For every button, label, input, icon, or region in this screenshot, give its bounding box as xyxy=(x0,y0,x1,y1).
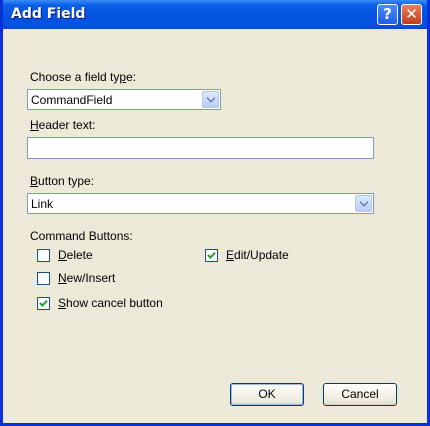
cancel-button[interactable]: Cancel xyxy=(323,383,397,406)
button-type-dropdown[interactable]: Link xyxy=(27,193,374,214)
chevron-down-icon[interactable] xyxy=(202,91,219,108)
chevron-down-icon[interactable] xyxy=(355,195,372,212)
checkmark-icon xyxy=(207,251,216,259)
button-type-label: Button type: xyxy=(30,174,95,188)
field-type-value: CommandField xyxy=(31,93,113,107)
checkmark-icon xyxy=(39,299,48,307)
delete-label: Delete xyxy=(58,248,93,262)
new-insert-checkbox[interactable] xyxy=(37,272,50,285)
header-text-field[interactable] xyxy=(27,137,374,159)
show-cancel-checkbox[interactable] xyxy=(37,297,50,310)
button-type-value: Link xyxy=(31,197,54,211)
field-type-label: Choose a field type: xyxy=(30,70,137,84)
help-icon[interactable]: ? xyxy=(377,4,398,25)
show-cancel-label: Show cancel button xyxy=(58,296,163,310)
delete-checkbox[interactable] xyxy=(37,249,50,262)
command-buttons-label: Command Buttons: xyxy=(30,229,133,243)
add-field-dialog: Add Field ? ✕ Choose a field type: Comma… xyxy=(0,0,430,426)
title-bar[interactable]: Add Field ? ✕ xyxy=(3,0,427,29)
edit-update-checkbox[interactable] xyxy=(205,249,218,262)
dialog-title: Add Field xyxy=(11,6,86,22)
edit-update-label: Edit/Update xyxy=(226,248,289,262)
header-text-label: Header text: xyxy=(30,118,96,132)
ok-button[interactable]: OK xyxy=(230,383,304,406)
field-type-dropdown[interactable]: CommandField xyxy=(27,89,221,110)
close-icon[interactable]: ✕ xyxy=(401,4,422,25)
new-insert-label: New/Insert xyxy=(58,271,116,285)
